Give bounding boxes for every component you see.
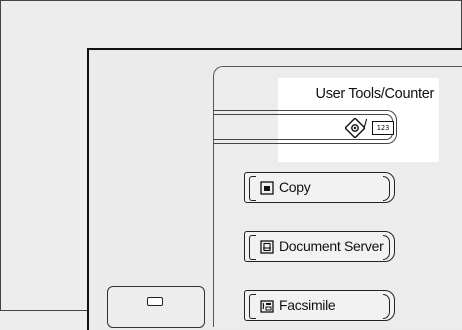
counter-icon: 123 [372, 121, 394, 135]
key-bracket-right [383, 176, 390, 201]
document-server-icon [260, 240, 274, 254]
copy-button[interactable]: Copy [244, 172, 395, 203]
document-server-button[interactable]: Document Server [244, 231, 395, 262]
key-bracket-left [249, 235, 256, 260]
key-bracket-right [383, 235, 390, 260]
key-bracket-left [249, 294, 256, 319]
facsimile-button[interactable]: Facsimile [244, 290, 395, 321]
key-bracket-right [383, 294, 390, 319]
slash-separator: / [363, 117, 368, 134]
panel-left-button[interactable] [107, 286, 205, 328]
copy-label: Copy [279, 179, 311, 195]
copy-icon [260, 181, 274, 195]
key-bracket-left [249, 176, 256, 201]
user-tools-counter-label: User Tools/Counter [315, 86, 435, 102]
document-server-label: Document Server [279, 238, 384, 254]
user-tools-diamond-icon [345, 118, 365, 138]
indicator-slot-icon [147, 297, 163, 306]
